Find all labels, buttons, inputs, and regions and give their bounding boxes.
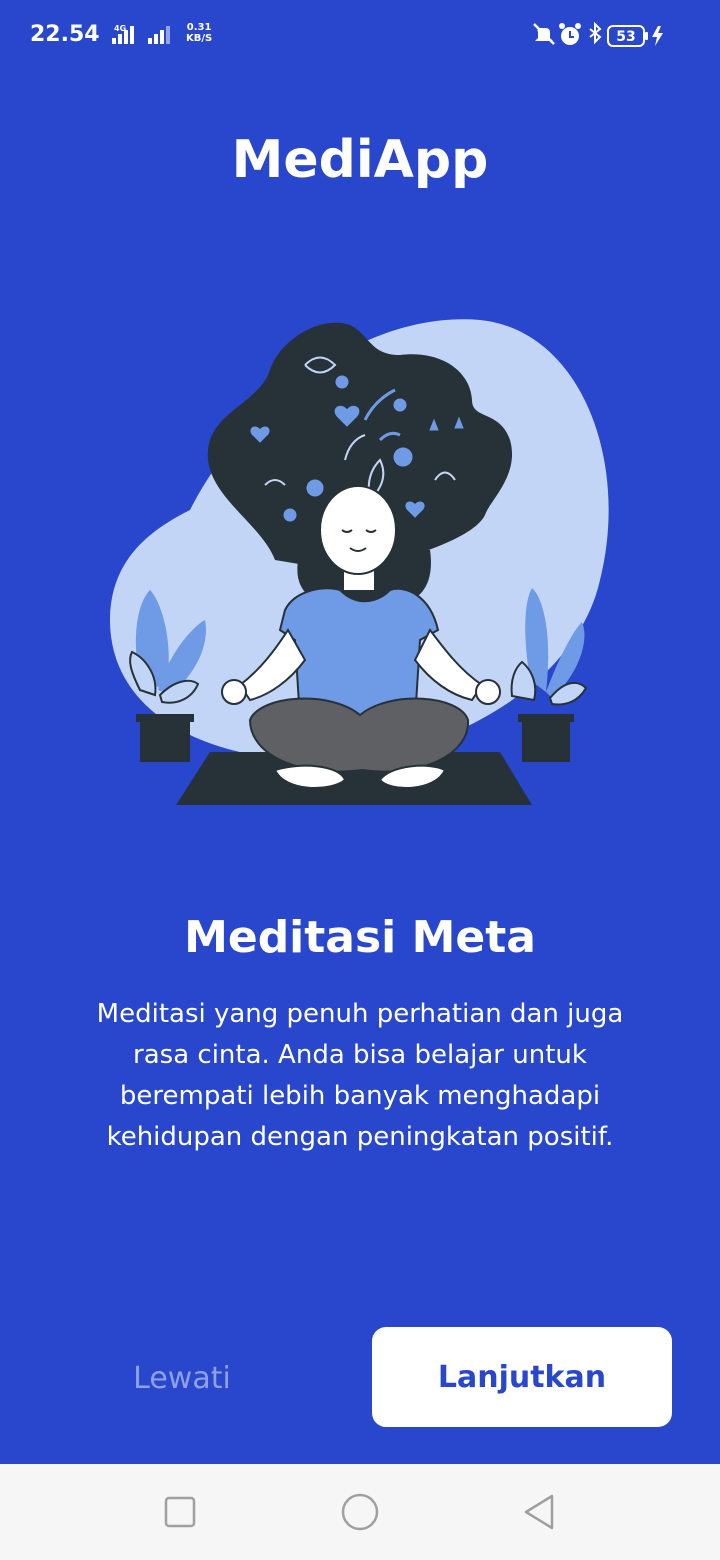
status-right-icons: 53 xyxy=(533,21,663,47)
net-speed: 0.31 KB/S xyxy=(186,22,212,44)
battery-icon: 53 xyxy=(607,25,648,47)
status-time: 22.54 xyxy=(30,22,100,47)
alarm-icon xyxy=(559,23,581,45)
battery-level: 53 xyxy=(616,29,635,45)
app-title: MediApp xyxy=(231,130,489,190)
signal-icon: 4G xyxy=(112,24,170,44)
next-button[interactable]: Lanjutkan xyxy=(372,1327,672,1427)
navigation-bar xyxy=(0,1464,720,1560)
bluetooth-icon xyxy=(589,21,602,45)
charging-icon xyxy=(652,26,663,46)
skip-button[interactable]: Lewati xyxy=(82,1340,282,1416)
status-bar: 22.54 4G 0.31 KB/S 53 xyxy=(0,0,720,72)
net-speed-unit: KB/S xyxy=(186,33,213,44)
mute-vibrate-icon xyxy=(533,23,555,45)
meditation-illustration xyxy=(110,319,609,805)
onboarding-headline: Meditasi Meta xyxy=(184,912,536,963)
onboarding-description: Meditasi yang penuh perhatian dan juga r… xyxy=(96,999,624,1152)
net-speed-value: 0.31 xyxy=(186,22,212,33)
back-icon[interactable] xyxy=(518,1490,562,1534)
recent-apps-icon[interactable] xyxy=(158,1490,202,1534)
home-icon[interactable] xyxy=(338,1490,382,1534)
